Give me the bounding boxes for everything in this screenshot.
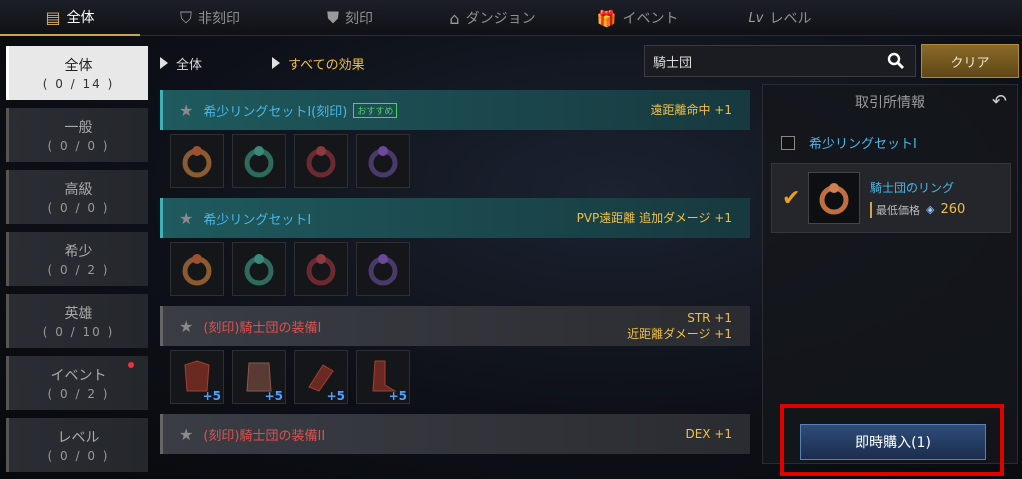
ring-icon[interactable] — [170, 134, 224, 188]
ring-icon[interactable] — [294, 242, 348, 296]
ring-icon[interactable] — [232, 242, 286, 296]
tab-level[interactable]: Lv レベル — [710, 0, 850, 36]
play-triangle-icon — [272, 57, 281, 69]
ring-icon[interactable] — [170, 242, 224, 296]
category-sidebar: 全体( 0 / 14 ) 一般( 0 / 0 ) 高級( 0 / 0 ) 希少(… — [6, 46, 148, 479]
category-hero[interactable]: 英雄( 0 / 10 ) — [6, 294, 148, 348]
set-header[interactable]: ★ 希少リングセットI PVP遠距離 追加ダメージ +1 — [160, 198, 750, 238]
engraved-icon: ⛊ — [326, 8, 339, 27]
category-advanced[interactable]: 高級( 0 / 0 ) — [6, 170, 148, 224]
set-list[interactable]: ★ 希少リングセットI(刻印) おすすめ 遠距離命中 +1 ★ 希少リングセットI PVP… — [160, 90, 750, 462]
filter-effect-dropdown[interactable]: すべての効果 — [272, 54, 365, 73]
set-header[interactable]: ★ 希少リングセットI(刻印) おすすめ 遠距離命中 +1 — [160, 90, 750, 130]
ring-icon[interactable] — [356, 242, 410, 296]
ring-icon — [808, 172, 860, 224]
clear-button[interactable]: クリア — [921, 44, 1019, 78]
category-rare[interactable]: 希少( 0 / 2 ) — [6, 232, 148, 286]
item-row — [160, 130, 750, 192]
highlight-box — [780, 404, 1004, 476]
star-icon[interactable]: ★ — [179, 209, 193, 228]
boots-icon[interactable]: +5 — [356, 350, 410, 404]
checkmark-icon[interactable]: ✔ — [782, 186, 800, 211]
armor-icon[interactable]: +5 — [232, 350, 286, 404]
star-icon[interactable]: ★ — [179, 425, 193, 444]
search-icon[interactable] — [887, 52, 905, 70]
set-effects: STR +1 近距離ダメージ +1 — [627, 311, 732, 341]
set-filter-row[interactable]: 希少リングセットI — [781, 133, 917, 152]
category-level[interactable]: レベル( 0 / 0 ) — [6, 418, 148, 472]
undo-icon[interactable]: ↶ — [992, 91, 1007, 112]
ring-icon[interactable] — [232, 134, 286, 188]
notification-dot — [128, 362, 134, 368]
tab-all[interactable]: ▤ 全体 — [0, 0, 140, 36]
top-tab-bar: ▤ 全体 ⛉ 非刻印 ⛊ 刻印 ⌂ ダンジョン 🎁 イベント Lv レベル — [0, 0, 1022, 36]
scroll-icon: ▤ — [45, 7, 61, 27]
gloves-icon[interactable]: +5 — [294, 350, 348, 404]
tab-dungeon[interactable]: ⌂ ダンジョン — [420, 0, 565, 36]
category-event[interactable]: イベント( 0 / 2 ) — [6, 356, 148, 410]
star-icon[interactable]: ★ — [179, 317, 193, 336]
set-header[interactable]: ★ (刻印)騎士団の装備I STR +1 近距離ダメージ +1 — [160, 306, 750, 346]
filter-category-dropdown[interactable]: 全体 — [160, 54, 202, 73]
set-entry[interactable]: ★ 希少リングセットI PVP遠距離 追加ダメージ +1 — [160, 198, 750, 300]
diamond-icon: ◈ — [926, 203, 935, 216]
star-icon[interactable]: ★ — [179, 101, 193, 120]
item-row: +5 +5 +5 +5 — [160, 346, 750, 408]
category-normal[interactable]: 一般( 0 / 0 ) — [6, 108, 148, 162]
level-icon: Lv — [748, 10, 764, 26]
play-triangle-icon — [160, 57, 168, 69]
category-all[interactable]: 全体( 0 / 14 ) — [6, 46, 148, 100]
tab-engraved[interactable]: ⛊ 刻印 — [280, 0, 420, 36]
set-effects: 遠距離命中 +1 — [650, 103, 732, 117]
recommended-badge: おすすめ — [353, 102, 398, 118]
tab-event[interactable]: 🎁 イベント — [565, 0, 710, 36]
set-effects: DEX +1 — [685, 427, 732, 441]
armor-icon[interactable]: +5 — [170, 350, 224, 404]
set-header[interactable]: ★ (刻印)騎士団の装備II DEX +1 — [160, 414, 750, 454]
dungeon-icon: ⌂ — [449, 8, 460, 28]
filter-bar: 全体 すべての効果 — [160, 48, 435, 78]
set-entry[interactable]: ★ 希少リングセットI(刻印) おすすめ 遠距離命中 +1 — [160, 90, 750, 192]
ring-icon[interactable] — [356, 134, 410, 188]
set-effects: PVP遠距離 追加ダメージ +1 — [576, 211, 732, 225]
unengraved-icon: ⛉ — [179, 8, 192, 27]
panel-title: 取引所情報 ↶ — [855, 91, 1007, 112]
set-entry[interactable]: ★ (刻印)騎士団の装備I STR +1 近距離ダメージ +1 +5 +5 +5 +5 — [160, 306, 750, 408]
gift-icon: 🎁 — [596, 8, 617, 28]
item-row — [160, 238, 750, 300]
exchange-item-row[interactable]: ✔ 騎士団のリング 最低価格 ◈ 260 — [771, 163, 1011, 233]
set-entry[interactable]: ★ (刻印)騎士団の装備II DEX +1 — [160, 414, 750, 454]
tab-unengraved[interactable]: ⛉ 非刻印 — [140, 0, 280, 36]
checkbox[interactable] — [781, 135, 795, 150]
search-input[interactable]: 騎士団 — [644, 45, 916, 77]
ring-icon[interactable] — [294, 134, 348, 188]
